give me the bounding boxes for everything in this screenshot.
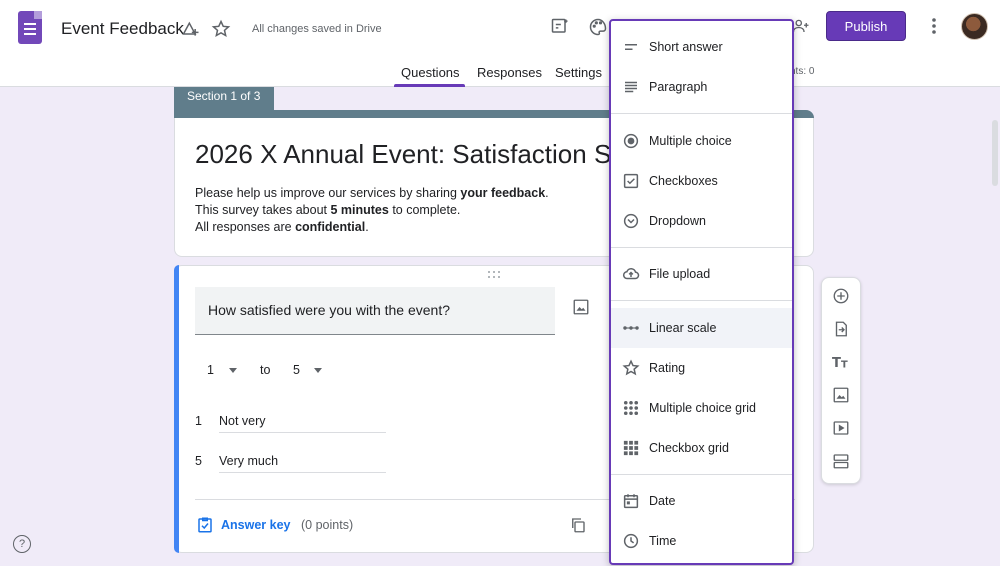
menu-item-label: Short answer — [649, 40, 723, 54]
paragraph-icon — [611, 78, 649, 96]
radio-icon — [611, 132, 649, 150]
add-title-icon[interactable]: TT — [830, 351, 852, 373]
menu-divider — [611, 474, 792, 475]
checkbox-icon — [611, 172, 649, 190]
scale-min-value[interactable]: 1 — [207, 363, 214, 377]
menu-item-label: File upload — [649, 267, 711, 281]
import-questions-icon[interactable] — [830, 318, 852, 340]
help-icon[interactable]: ? — [13, 535, 31, 553]
menu-item-label: Linear scale — [649, 321, 717, 335]
publish-button[interactable]: Publish — [826, 11, 906, 41]
more-vert-icon[interactable] — [924, 15, 944, 37]
menu-item-label: Date — [649, 494, 676, 508]
menu-divider — [611, 247, 792, 248]
forms-logo-icon[interactable] — [18, 11, 42, 44]
clock-icon — [611, 532, 649, 550]
cloud-upload-icon — [611, 265, 649, 283]
menu-item-dropdown[interactable]: Dropdown — [611, 201, 792, 241]
move-to-folder-icon[interactable] — [180, 18, 202, 40]
answer-key-button[interactable]: Answer key — [221, 518, 290, 532]
low-label-number: 1 — [195, 414, 202, 428]
form-title[interactable]: 2026 X Annual Event: Satisfaction S — [195, 139, 611, 170]
grid-squares-icon — [611, 439, 649, 457]
menu-item-label: Checkbox grid — [649, 441, 729, 455]
question-type-menu: Short answer Paragraph Multiple choice C… — [609, 19, 794, 565]
calendar-icon — [611, 492, 649, 510]
active-question-indicator — [174, 265, 179, 553]
answer-key-icon[interactable] — [195, 515, 215, 535]
scale-min-dropdown-icon[interactable] — [229, 368, 237, 373]
short-answer-icon — [611, 38, 649, 56]
menu-item-time[interactable]: Time — [611, 521, 792, 561]
scrollbar[interactable] — [992, 120, 998, 186]
save-status: All changes saved in Drive — [252, 23, 382, 35]
menu-item-label: Time — [649, 534, 677, 548]
star-icon[interactable] — [210, 18, 232, 40]
menu-item-date[interactable]: Date — [611, 481, 792, 521]
menu-item-checkboxes[interactable]: Checkboxes — [611, 161, 792, 201]
question-title-text[interactable]: How satisfied were you with the event? — [208, 302, 450, 318]
menu-item-paragraph[interactable]: Paragraph — [611, 67, 792, 107]
menu-item-rating[interactable]: Rating — [611, 348, 792, 388]
menu-item-linear-scale[interactable]: Linear scale — [611, 308, 792, 348]
document-title[interactable]: Event Feedback — [61, 19, 184, 39]
menu-item-label: Dropdown — [649, 214, 706, 228]
menu-item-label: Multiple choice grid — [649, 401, 756, 415]
add-question-icon[interactable] — [830, 285, 852, 307]
tab-responses[interactable]: Responses — [477, 65, 542, 80]
low-label-underline — [219, 432, 386, 433]
points-label: (0 points) — [301, 518, 354, 532]
duplicate-icon[interactable] — [567, 514, 589, 536]
dropdown-icon — [611, 212, 649, 230]
menu-divider — [611, 300, 792, 301]
palette-icon[interactable] — [586, 15, 610, 39]
menu-item-label: Multiple choice — [649, 134, 732, 148]
menu-item-label: Paragraph — [649, 80, 708, 94]
description-line[interactable]: Please help us improve our services by s… — [195, 186, 549, 200]
tab-questions[interactable]: Questions — [401, 65, 460, 80]
svg-text:T: T — [841, 360, 848, 371]
add-section-icon[interactable] — [830, 450, 852, 472]
section-label: Section 1 of 3 — [174, 87, 274, 110]
description-line[interactable]: All responses are confidential. — [195, 220, 369, 234]
drag-handle-icon[interactable] — [487, 271, 501, 279]
description-line[interactable]: This survey takes about 5 minutes to com… — [195, 203, 460, 217]
scale-max-value[interactable]: 5 — [293, 363, 300, 377]
scale-max-dropdown-icon[interactable] — [314, 368, 322, 373]
active-tab-indicator — [394, 84, 465, 87]
menu-item-multiple-choice-grid[interactable]: Multiple choice grid — [611, 388, 792, 428]
tab-settings[interactable]: Settings — [555, 65, 602, 80]
add-image-icon[interactable] — [570, 296, 592, 318]
star-icon — [611, 359, 649, 377]
add-video-icon[interactable] — [830, 417, 852, 439]
menu-item-label: Rating — [649, 361, 686, 375]
high-label-underline — [219, 472, 386, 473]
menu-item-checkbox-grid[interactable]: Checkbox grid — [611, 428, 792, 468]
avatar[interactable] — [961, 13, 988, 40]
menu-item-label: Checkboxes — [649, 174, 718, 188]
menu-divider — [611, 113, 792, 114]
scale-to-label: to — [260, 363, 271, 377]
high-label-field[interactable]: Very much — [219, 454, 278, 468]
menu-item-file-upload[interactable]: File upload — [611, 254, 792, 294]
grid-dots-icon — [611, 399, 649, 417]
add-image-icon[interactable] — [830, 384, 852, 406]
customize-theme-icon[interactable] — [548, 15, 572, 39]
linear-scale-icon — [611, 319, 649, 337]
high-label-number: 5 — [195, 454, 202, 468]
low-label-field[interactable]: Not very — [219, 414, 266, 428]
svg-text:T: T — [832, 356, 841, 371]
menu-item-multiple-choice[interactable]: Multiple choice — [611, 121, 792, 161]
menu-item-short-answer[interactable]: Short answer — [611, 27, 792, 67]
